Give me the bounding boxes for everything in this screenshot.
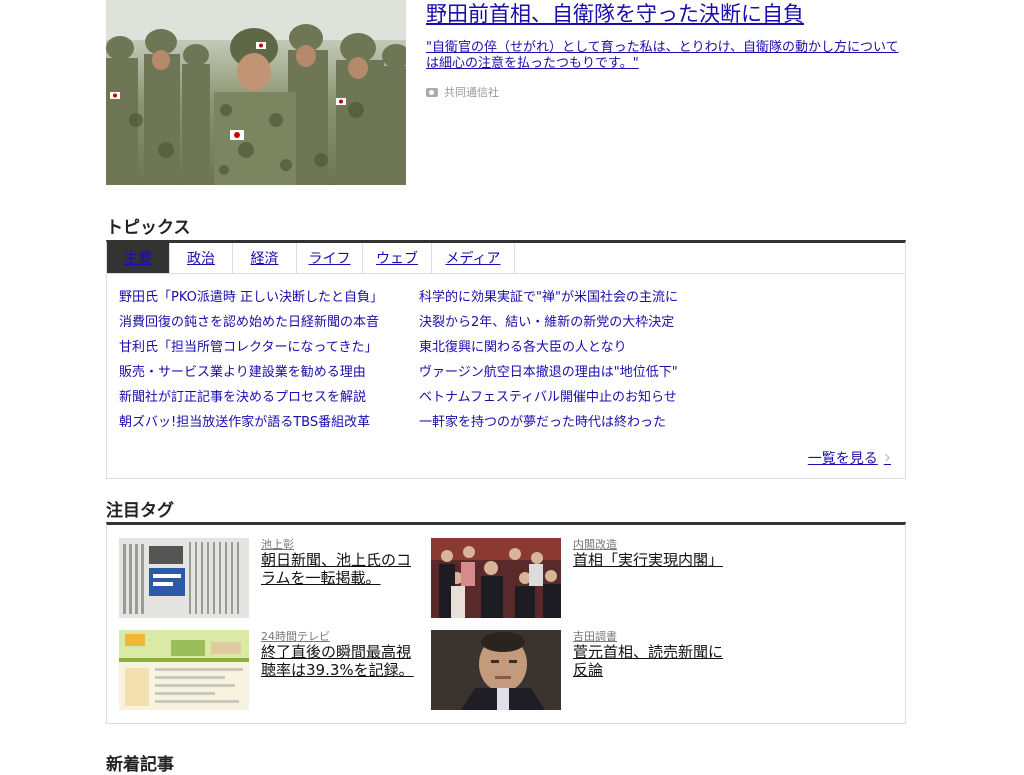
tab-main[interactable]: 主要: [107, 243, 170, 273]
tab-politics[interactable]: 政治: [170, 243, 233, 273]
tag-thumbnail-portrait[interactable]: [431, 630, 561, 710]
photo-credit: 共同通信社: [426, 84, 499, 100]
tag-label[interactable]: 吉田調書: [573, 628, 617, 644]
topic-link[interactable]: 消費回復の鈍さを認め始めた日経新聞の本音: [119, 310, 383, 335]
topic-link[interactable]: 販売・サービス業より建設業を勧める理由: [119, 360, 383, 385]
topic-link[interactable]: 朝ズバッ!担当放送作家が語るTBS番組改革: [119, 410, 383, 435]
tab-media[interactable]: メディア: [432, 243, 515, 273]
tab-life[interactable]: ライフ: [297, 243, 363, 273]
tag-thumbnail-newspaper[interactable]: [119, 538, 249, 618]
topic-link[interactable]: 新聞社が訂正記事を決めるプロセスを解説: [119, 385, 383, 410]
tab-economy[interactable]: 経済: [233, 243, 297, 273]
topics-left-list: 野田氏「PKO派遣時 正しい決断したと自負」 消費回復の鈍さを認め始めた日経新聞…: [119, 285, 383, 435]
tag-thumbnail-website[interactable]: [119, 630, 249, 710]
hero-article: 野田前首相、自衛隊を守った決断に自負 "自衛官の倅（せがれ）として育った私は、と…: [106, 0, 906, 185]
tag-card[interactable]: 24時間テレビ 終了直後の瞬間最高視聴率は39.3%を記録。: [119, 630, 419, 710]
topic-link[interactable]: 決裂から2年、結い・維新の新党の大枠決定: [419, 310, 678, 335]
tag-card[interactable]: 池上彰 朝日新聞、池上氏のコラムを一転掲載。: [119, 538, 419, 618]
tag-card[interactable]: 内閣改造 首相「実行実現内閣」: [431, 538, 731, 618]
topics-right-list: 科学的に効果実証で"禅"が米国社会の主流に 決裂から2年、結い・維新の新党の大枠…: [419, 285, 678, 435]
topic-link[interactable]: 野田氏「PKO派遣時 正しい決断したと自負」: [119, 285, 383, 310]
see-all-link[interactable]: 一覧を見る ›: [808, 447, 891, 468]
tab-web[interactable]: ウェブ: [363, 243, 432, 273]
tag-label[interactable]: 24時間テレビ: [261, 628, 330, 644]
tags-box: 池上彰 朝日新聞、池上氏のコラムを一転掲載。 内閣改造 首相「実行実現内閣」 2…: [106, 522, 906, 724]
topics-box: 主要 政治 経済 ライフ ウェブ メディア 野田氏「PKO派遣時 正しい決断した…: [106, 240, 906, 479]
photo-credit-text: 共同通信社: [444, 86, 499, 99]
camera-icon: [426, 87, 438, 97]
topic-link[interactable]: ベトナムフェスティバル開催中止のお知らせ: [419, 385, 678, 410]
tag-label[interactable]: 内閣改造: [573, 536, 617, 552]
see-all-label: 一覧を見る: [807, 450, 878, 467]
hero-photo[interactable]: [106, 0, 406, 185]
tag-headline[interactable]: 終了直後の瞬間最高視聴率は39.3%を記録。: [261, 643, 421, 679]
new-articles-heading: 新着記事: [106, 755, 174, 775]
topic-link[interactable]: ヴァージン航空日本撤退の理由は"地位低下": [419, 360, 678, 385]
topic-link[interactable]: 東北復興に関わる各大臣の人となり: [419, 335, 678, 360]
tag-label[interactable]: 池上彰: [261, 536, 294, 552]
topics-heading: トピックス: [106, 218, 191, 238]
topic-link[interactable]: 科学的に効果実証で"禅"が米国社会の主流に: [419, 285, 678, 310]
chevron-right-icon: ›: [883, 447, 891, 468]
tag-card[interactable]: 吉田調書 菅元首相、読売新聞に反論: [431, 630, 731, 710]
tag-headline[interactable]: 菅元首相、読売新聞に反論: [573, 643, 733, 679]
hero-lead-link[interactable]: "自衛官の倅（せがれ）として育った私は、とりわけ、自衛隊の動かし方については細心…: [426, 40, 906, 72]
topic-link[interactable]: 一軒家を持つのが夢だった時代は終わった: [419, 410, 678, 435]
topic-link[interactable]: 甘利氏「担当所管コレクターになってきた」: [119, 335, 383, 360]
tag-headline[interactable]: 首相「実行実現内閣」: [573, 551, 733, 569]
topics-tabs: 主要 政治 経済 ライフ ウェブ メディア: [107, 243, 905, 274]
hero-title-link[interactable]: 野田前首相、自衛隊を守った決断に自負: [426, 0, 804, 28]
tag-thumbnail-cabinet[interactable]: [431, 538, 561, 618]
tags-heading: 注目タグ: [106, 501, 174, 521]
tag-headline[interactable]: 朝日新聞、池上氏のコラムを一転掲載。: [261, 551, 421, 587]
